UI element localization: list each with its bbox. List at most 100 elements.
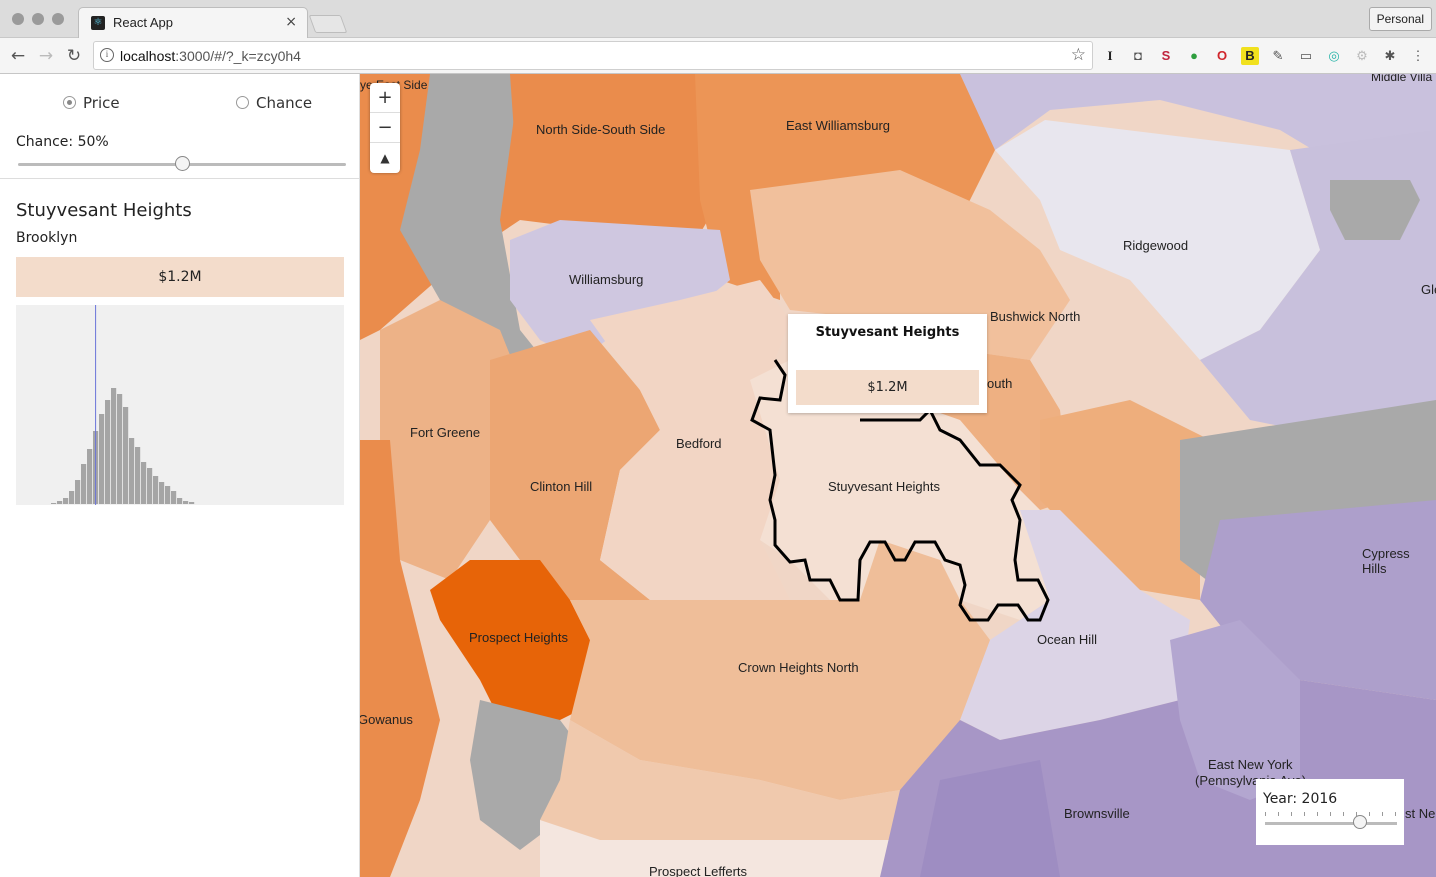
address-bar[interactable]: i localhost:3000/#/?_k=zcy0h4 ☆ xyxy=(93,41,1093,70)
map-label: Gowanus xyxy=(360,712,413,727)
map-label: Bushwick North xyxy=(990,309,1081,324)
year-slider-track[interactable] xyxy=(1265,822,1397,825)
color-extension-icon[interactable]: ◎ xyxy=(1325,47,1343,65)
green-extension-icon[interactable]: ● xyxy=(1185,47,1203,65)
radio-price[interactable]: Price xyxy=(63,94,120,112)
map-label: East New York xyxy=(1208,757,1293,772)
histogram-bar xyxy=(165,486,171,504)
hex-map[interactable]: ye East Side North Side-South Side East … xyxy=(360,74,1436,877)
popup-price: $1.2M xyxy=(796,370,979,405)
histogram-bar xyxy=(123,407,129,504)
histogram-bar xyxy=(105,400,111,504)
histogram-bar xyxy=(57,501,63,504)
map-label: Bedford xyxy=(676,436,722,451)
histogram-bar xyxy=(189,502,195,504)
histogram-bar xyxy=(99,414,105,504)
browser-tab[interactable]: ⚛ React App × xyxy=(78,7,308,38)
gear-extension-icon[interactable]: ⚙ xyxy=(1353,47,1371,65)
browser-titlebar: ⚛ React App × Personal xyxy=(0,0,1436,38)
divider xyxy=(0,178,360,179)
s-extension-icon[interactable]: S xyxy=(1157,47,1175,65)
borough-label: Brooklyn xyxy=(16,230,78,246)
histogram-bar xyxy=(75,480,81,504)
histogram-bar xyxy=(177,498,183,504)
histogram-svg xyxy=(51,305,195,505)
map-label: Gle xyxy=(1421,282,1436,297)
react-icon: ⚛ xyxy=(91,16,105,30)
bookmark-star-icon[interactable]: ☆ xyxy=(1071,45,1086,65)
map-label: Stuyvesant Heights xyxy=(828,479,941,494)
back-icon[interactable]: ← xyxy=(8,46,28,66)
browser-toolbar: ← → ↻ i localhost:3000/#/?_k=zcy0h4 ☆ I … xyxy=(0,38,1436,74)
zoom-out-button[interactable]: − xyxy=(370,113,400,143)
menu-icon[interactable]: ⋮ xyxy=(1409,47,1427,65)
histogram-bar xyxy=(117,394,123,504)
map-label: Ocean Hill xyxy=(1037,632,1097,647)
profile-button[interactable]: Personal xyxy=(1368,7,1432,31)
map-label: Fort Greene xyxy=(410,425,481,440)
radio-price-dot[interactable] xyxy=(63,96,76,109)
url-text: localhost:3000/#/?_k=zcy0h4 xyxy=(120,48,301,64)
sidebar: Price Chance Chance: 50% Stuyvesant Heig… xyxy=(0,74,360,877)
compass-icon[interactable]: ▲ xyxy=(370,143,400,173)
histogram-bar xyxy=(183,501,189,504)
map-label: Brownsville xyxy=(1064,806,1130,821)
year-slider-thumb[interactable] xyxy=(1353,815,1367,829)
map-popup: Stuyvesant Heights $1.2M xyxy=(788,314,987,413)
map-label: North Side-South Side xyxy=(536,122,666,137)
map-label: Williamsburg xyxy=(569,272,644,287)
histogram-bar xyxy=(141,462,147,504)
histogram-bar xyxy=(81,464,87,504)
chance-label: Chance: 50% xyxy=(16,134,109,150)
maximize-window-button[interactable] xyxy=(52,13,64,25)
map-label: outh xyxy=(987,376,1013,391)
histogram-bar xyxy=(87,449,93,504)
map-label: East Williamsburg xyxy=(786,118,891,133)
bug-extension-icon[interactable]: ✱ xyxy=(1381,47,1399,65)
tab-title: React App xyxy=(113,15,173,30)
b-extension-icon[interactable]: B xyxy=(1241,47,1259,65)
opera-extension-icon[interactable]: O xyxy=(1213,47,1231,65)
price-histogram xyxy=(16,305,344,505)
histogram-bar xyxy=(129,438,135,504)
radio-chance[interactable]: Chance xyxy=(236,94,312,112)
radio-chance-dot[interactable] xyxy=(236,96,249,109)
minimize-window-button[interactable] xyxy=(32,13,44,25)
map-label: st Ne xyxy=(1405,806,1436,821)
instapaper-extension-icon[interactable]: I xyxy=(1101,47,1119,65)
histogram-bar xyxy=(69,491,75,504)
map-label: Cypress Hills xyxy=(1362,546,1410,576)
close-window-button[interactable] xyxy=(12,13,24,25)
histogram-bar xyxy=(63,498,69,504)
chance-slider-thumb[interactable] xyxy=(175,156,190,171)
year-ticks xyxy=(1265,812,1397,816)
year-label: Year: 2016 xyxy=(1263,791,1338,807)
map-label: Clinton Hill xyxy=(530,479,593,494)
histogram-bar xyxy=(159,482,165,504)
histogram-bar xyxy=(111,388,117,504)
cast-icon[interactable]: ▭ xyxy=(1297,47,1315,65)
camera-extension-icon[interactable]: ◘ xyxy=(1129,47,1147,65)
reload-icon[interactable]: ↻ xyxy=(64,46,84,66)
pin-extension-icon[interactable]: ✎ xyxy=(1269,47,1287,65)
neighborhood-title: Stuyvesant Heights xyxy=(16,200,192,221)
histogram-bar xyxy=(171,491,177,504)
histogram-bar xyxy=(51,503,57,504)
map-label: Crown Heights North xyxy=(738,660,859,675)
histogram-bar xyxy=(153,476,159,504)
tab-close-icon[interactable]: × xyxy=(285,14,297,30)
year-control: Year: 2016 xyxy=(1256,779,1404,845)
price-value: $1.2M xyxy=(16,257,344,297)
map-label: Ridgewood xyxy=(1123,238,1189,253)
map-label: Prospect Lefferts xyxy=(649,864,748,877)
forward-icon[interactable]: → xyxy=(36,46,56,66)
histogram-bar xyxy=(135,447,141,504)
histogram-bar xyxy=(147,468,153,504)
map-label: Prospect Heights xyxy=(469,630,568,645)
info-icon[interactable]: i xyxy=(100,48,114,62)
popup-title: Stuyvesant Heights xyxy=(815,325,960,340)
map-label: Middle Villa xyxy=(1371,74,1433,84)
new-tab-button[interactable] xyxy=(308,15,348,33)
zoom-in-button[interactable]: + xyxy=(370,83,400,113)
zoom-control: + − ▲ xyxy=(370,83,400,173)
